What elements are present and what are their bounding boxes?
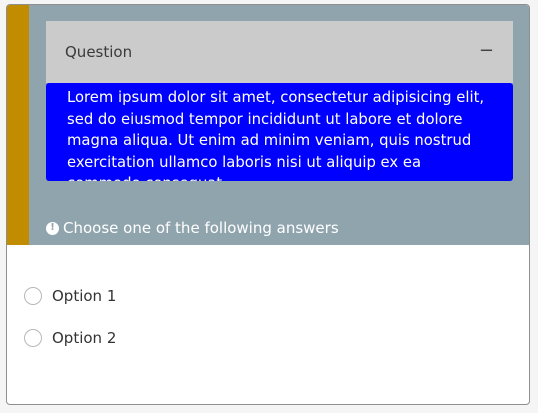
- answer-option-2[interactable]: Option 2: [24, 317, 116, 359]
- answer-option-1[interactable]: Option 1: [24, 275, 116, 317]
- question-body: Lorem ipsum dolor sit amet, consectetur …: [46, 83, 513, 181]
- collapse-icon[interactable]: −: [479, 42, 494, 60]
- instruction: ! Choose one of the following answers: [46, 219, 339, 237]
- accent-bar: [7, 5, 29, 245]
- option-label: Option 1: [52, 287, 117, 305]
- radio-button[interactable]: [24, 287, 42, 305]
- question-text: Lorem ipsum dolor sit amet, consectetur …: [67, 89, 485, 181]
- question-accordion: Question − Lorem ipsum dolor sit amet, c…: [46, 21, 513, 181]
- answer-options: Option 1 Option 2: [24, 275, 116, 359]
- info-icon: !: [46, 221, 59, 235]
- option-label: Option 2: [52, 329, 117, 347]
- accordion-title: Question: [65, 43, 133, 61]
- question-area: Question − Lorem ipsum dolor sit amet, c…: [7, 5, 529, 245]
- radio-button[interactable]: [24, 329, 42, 347]
- instruction-text: Choose one of the following answers: [63, 219, 339, 237]
- question-card: Question − Lorem ipsum dolor sit amet, c…: [6, 4, 530, 405]
- accordion-header[interactable]: Question −: [46, 21, 513, 83]
